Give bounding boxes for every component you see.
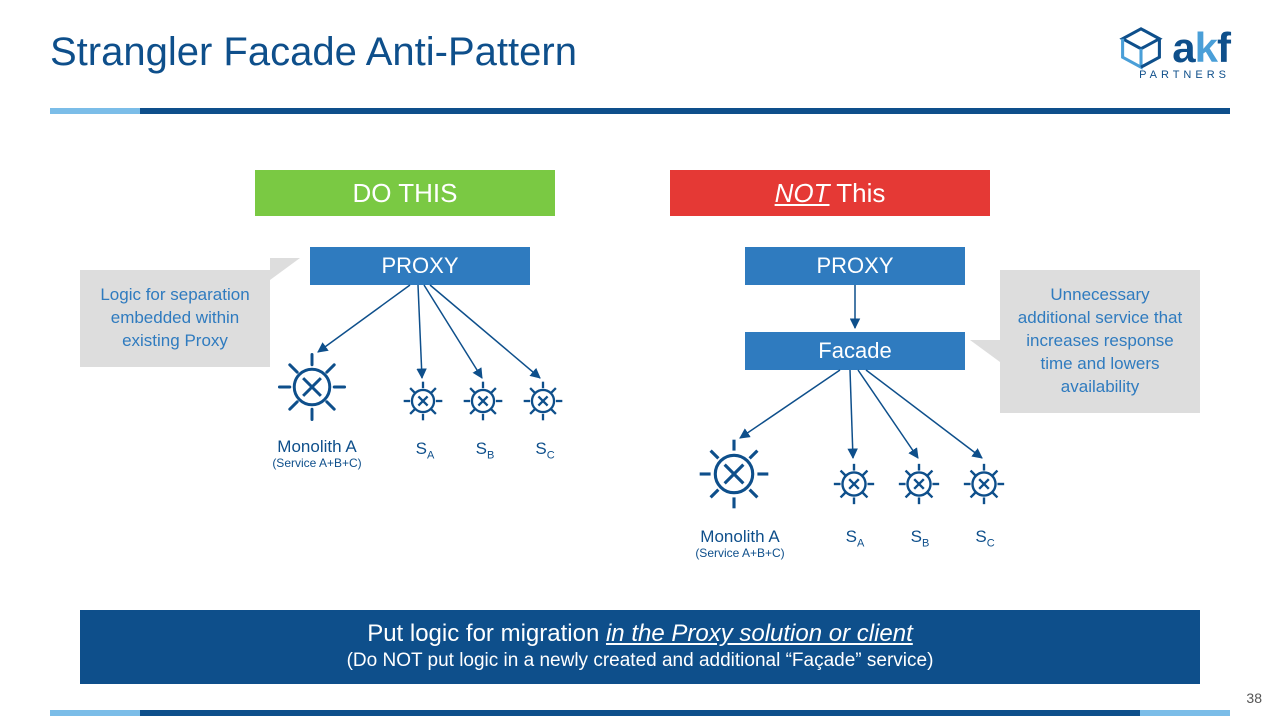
gear-icon — [695, 435, 773, 513]
note-right-pointer — [970, 340, 1000, 362]
banner-not-this: NOT This — [670, 170, 990, 216]
cube-icon — [1118, 25, 1164, 71]
footer-callout: Put logic for migration in the Proxy sol… — [80, 610, 1200, 684]
box-proxy-right: PROXY — [745, 247, 965, 285]
gear-icon — [275, 350, 349, 424]
page-number: 38 — [1246, 690, 1262, 706]
gear-icon — [520, 378, 566, 424]
label-sb-left: SB — [465, 440, 505, 461]
label-monolith-left: Monolith A (Service A+B+C) — [262, 438, 372, 470]
label-monolith-right: Monolith A (Service A+B+C) — [680, 528, 800, 560]
note-left-pointer — [270, 258, 300, 280]
gear-icon — [830, 460, 878, 508]
label-sc-left: SC — [525, 440, 565, 461]
gear-icon — [895, 460, 943, 508]
note-left: Logic for separation embedded within exi… — [80, 270, 270, 367]
gear-icon — [460, 378, 506, 424]
box-facade: Facade — [745, 332, 965, 370]
label-sa-left: SA — [405, 440, 445, 461]
label-sb-right: SB — [900, 528, 940, 549]
title-divider — [50, 108, 1230, 114]
note-right: Unnecessary additional service that incr… — [1000, 270, 1200, 413]
banner-do-this: DO THIS — [255, 170, 555, 216]
bottom-divider — [50, 710, 1230, 716]
brand-logo: akf PARTNERS — [1118, 25, 1230, 81]
gear-icon — [400, 378, 446, 424]
box-proxy-left: PROXY — [310, 247, 530, 285]
gear-icon — [960, 460, 1008, 508]
brand-text: akf — [1172, 31, 1230, 65]
label-sa-right: SA — [835, 528, 875, 549]
label-sc-right: SC — [965, 528, 1005, 549]
page-title: Strangler Facade Anti-Pattern — [50, 30, 577, 75]
